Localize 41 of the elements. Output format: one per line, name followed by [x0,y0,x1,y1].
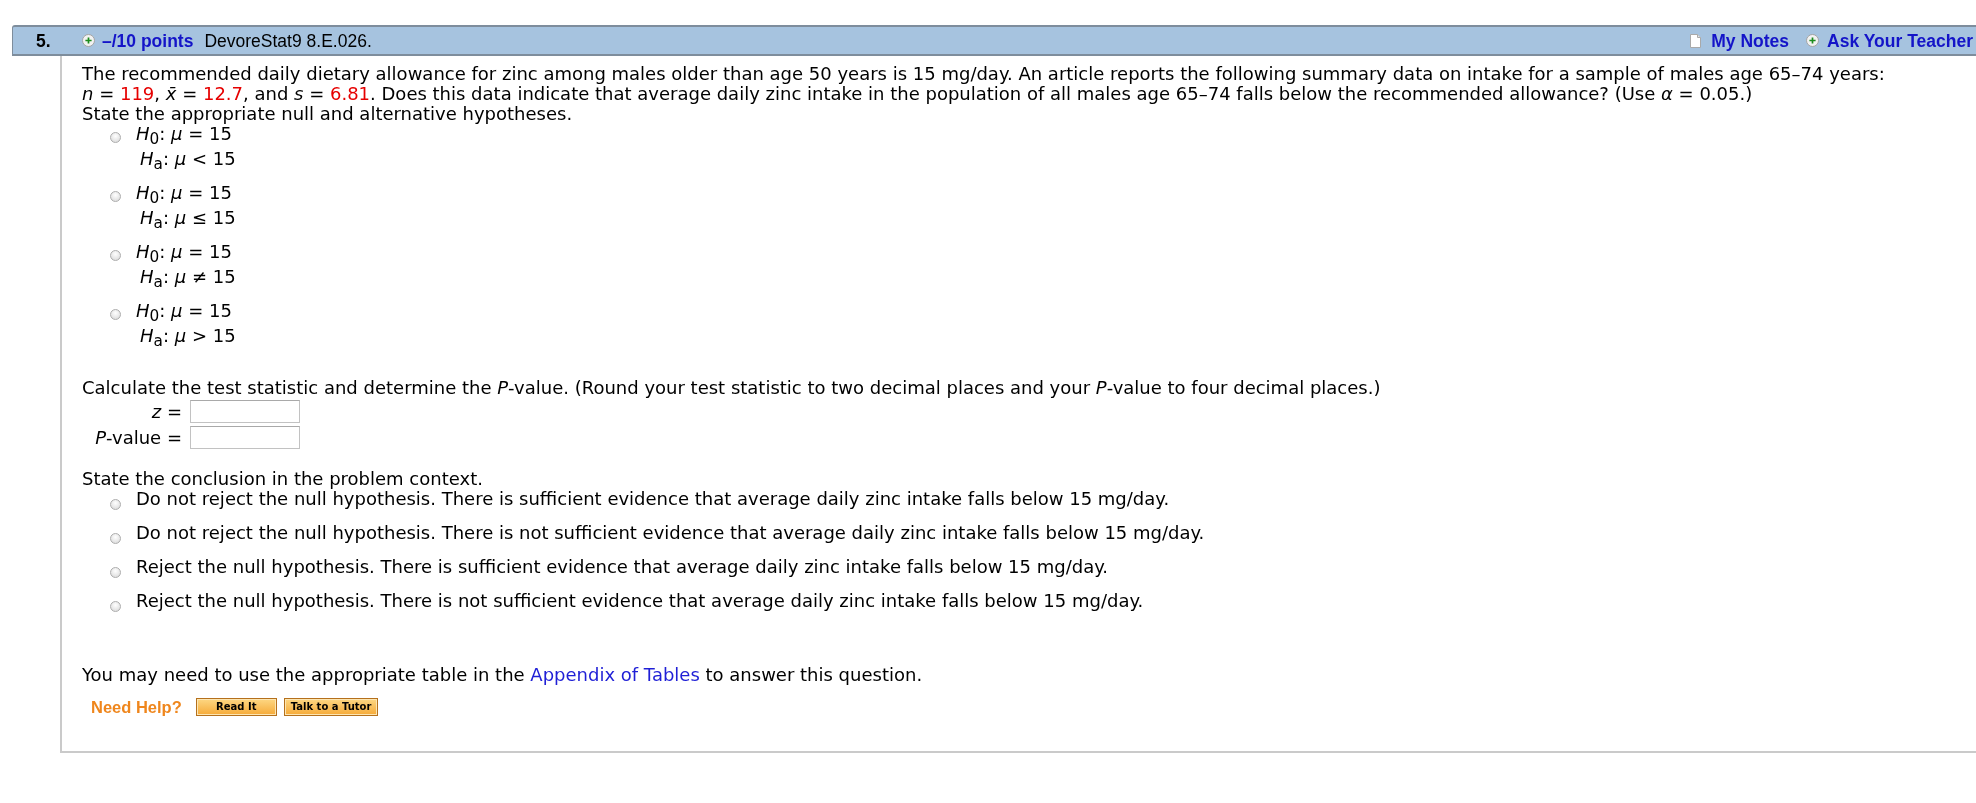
radio-button[interactable] [110,533,121,544]
conclusion-text: Reject the null hypothesis. There is not sufficient evidence that average daily zinc intake falls below 15 mg/day. [136,591,1144,611]
problem-statement: The recommended daily dietary allowance for zinc among males older than age 50 years is 15 mg/day. An article reports the following summary data on intake for a sample of males age 65–74 years: n = 119, x̄ = 12.7, and s = 6.81. Does this data indicate that average daily zinc intake in the population of all males age 65–74 falls below the recommended allowance? (Use α = 0.05.) [82,64,1886,104]
appendix-note: You may need to use the appropriate table in the Appendix of Tables to answer this question. [82,665,923,685]
alternative-hypothesis: H$_{a}$: μ ≠ 15 [140,267,236,287]
document-icon[interactable] [1690,33,1702,48]
question-source: DevoreStat9 8.E.026. [204,30,372,51]
points-link[interactable]: –/10 points [102,30,194,51]
answer-field[interactable] [190,400,300,423]
null-hypothesis: H$_{0}$: μ = 15 [136,301,232,321]
radio-button[interactable] [110,309,121,320]
help-button[interactable]: Read It [195,698,277,716]
alternative-hypothesis: H$_{a}$: μ > 15 [140,326,236,346]
conclusion-prompt: State the conclusion in the problem context. [82,469,483,489]
null-hypothesis: H$_{0}$: μ = 15 [136,124,232,144]
radio-button[interactable] [110,250,121,261]
answer-field[interactable] [190,426,300,449]
radio-button[interactable] [110,567,121,578]
hypotheses-prompt: State the appropriate null and alternative hypotheses. [82,104,573,124]
radio-button[interactable] [110,499,121,510]
need-help-label: Need Help? [91,697,182,717]
conclusion-text: Reject the null hypothesis. There is sufficient evidence that average daily zinc intake falls below 15 mg/day. [136,557,1109,577]
question-number: 5. [36,30,52,51]
appendix-link[interactable]: Appendix of Tables [530,664,700,685]
answer-label: z = [151,400,182,423]
help-button[interactable]: Talk to a Tutor [283,698,379,716]
radio-button[interactable] [110,601,121,612]
radio-button[interactable] [110,191,121,202]
null-hypothesis: H$_{0}$: μ = 15 [136,183,232,203]
conclusion-text: Do not reject the null hypothesis. There is sufficient evidence that average daily zinc intake falls below 15 mg/day. [136,489,1170,509]
null-hypothesis: H$_{0}$: μ = 15 [136,242,232,262]
ask-teacher-link[interactable]: Ask Your Teacher [1827,30,1973,51]
answer-label: P-value = [95,426,182,449]
conclusion-text: Do not reject the null hypothesis. There is not sufficient evidence that average daily zinc intake falls below 15 mg/day. [136,523,1205,543]
calculation-prompt: Calculate the test statistic and determine the P-value. (Round your test statistic to two decimal places and your P-value to four decimal places.) [82,378,1381,398]
plus-icon[interactable] [82,34,95,47]
alternative-hypothesis: H$_{a}$: μ < 15 [140,149,236,169]
my-notes-link[interactable]: My Notes [1711,30,1790,51]
radio-button[interactable] [110,132,121,143]
alternative-hypothesis: H$_{a}$: μ ≤ 15 [140,208,236,228]
plus-icon[interactable] [1806,34,1820,47]
